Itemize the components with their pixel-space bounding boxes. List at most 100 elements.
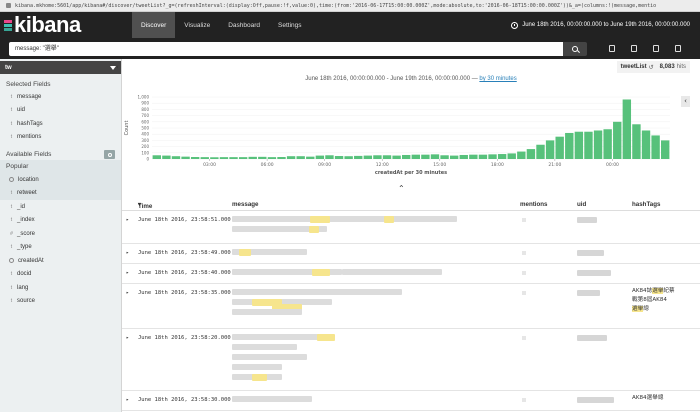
tab-visualize[interactable]: Visualize	[175, 12, 219, 38]
chevron-up-icon[interactable]: ⌃	[398, 184, 405, 193]
expand-row-icon[interactable]: ▸	[126, 217, 129, 223]
redacted-uid	[577, 335, 607, 341]
save-search-button[interactable]	[623, 42, 645, 56]
tab-discover[interactable]: Discover	[132, 12, 176, 38]
hashtag-text: 蔡	[669, 288, 675, 294]
expand-row-icon[interactable]: ▸	[126, 250, 129, 256]
histogram-bar	[200, 157, 209, 159]
tab-dashboard[interactable]: Dashboard	[219, 12, 269, 38]
histogram-bar	[210, 157, 219, 159]
index-pattern-select[interactable]: tw	[0, 61, 121, 74]
histogram-bar	[373, 155, 382, 159]
histogram-bar	[632, 124, 641, 159]
histogram-bar	[517, 151, 526, 159]
redacted-uid	[577, 217, 597, 223]
query-bar: message: "選舉"	[0, 38, 700, 59]
histogram-bar	[402, 154, 411, 159]
histogram-bar	[258, 156, 267, 159]
field-item-lang[interactable]: t lang	[0, 281, 121, 295]
histogram-bar	[459, 154, 468, 159]
field-item-hashTags[interactable]: t hashTags	[0, 117, 121, 131]
column-message[interactable]: message	[232, 201, 259, 208]
histogram-bar	[593, 130, 603, 159]
column-mentions[interactable]: mentions	[520, 201, 548, 208]
hits-count: 8,083	[659, 64, 675, 70]
histogram-bar	[507, 153, 516, 159]
field-name: docid	[17, 271, 32, 278]
table-row[interactable]: ▸ June 18th 2016, 23:58:51.000	[122, 211, 700, 244]
browser-url[interactable]: kibana.mkhome:5601/app/kibana#/discover/…	[15, 3, 695, 9]
field-item-type[interactable]: t _type	[0, 241, 121, 255]
reset-search-icon[interactable]: ↺	[649, 64, 654, 71]
field-name: createdAt	[18, 257, 44, 264]
hashtag-text: AK84選舉	[632, 395, 658, 401]
table-row[interactable]: ▸ June 18th 2016, 23:58:35.000 AK84誌選舉紀蔡 戰第…	[122, 284, 700, 329]
search-button[interactable]	[563, 41, 587, 56]
histogram-bar	[162, 155, 171, 159]
field-item-id[interactable]: t _id	[0, 200, 121, 214]
column-hashtags[interactable]: hashTags	[632, 201, 660, 208]
table-row[interactable]: ▸ June 18th 2016, 23:58:20.000	[122, 329, 700, 391]
table-row[interactable]: ▸ June 18th 2016, 23:58:49.000	[122, 244, 700, 264]
expand-row-icon[interactable]: ▸	[126, 397, 129, 403]
field-settings-button[interactable]	[104, 150, 115, 159]
browser-address-bar[interactable]: kibana.mkhome:5601/app/kibana#/discover/…	[0, 0, 700, 12]
redacted-message-text	[342, 269, 442, 275]
highlighted-term	[317, 334, 335, 341]
table-row[interactable]: ▸ June 18th 2016, 23:58:40.000	[122, 264, 700, 284]
y-tick-label: 100	[141, 150, 149, 155]
field-item-createdAt[interactable]: createdAt	[0, 254, 121, 268]
interval-link[interactable]: by 30 minutes	[479, 76, 516, 82]
hits-label: hits	[676, 64, 686, 70]
field-item-retweet[interactable]: t retweet	[0, 186, 121, 200]
field-name: _type	[17, 244, 32, 251]
popular-fields-label: Popular	[0, 160, 121, 173]
search-input[interactable]: message: "選舉"	[9, 41, 563, 56]
field-sidebar: tw Selected Fields t message t uid t hashTags…	[0, 59, 122, 412]
clock-icon	[511, 21, 519, 29]
expand-row-icon[interactable]: ▸	[126, 270, 129, 276]
open-search-button[interactable]	[645, 42, 667, 56]
kibana-logo-icon	[4, 19, 12, 31]
mentions-cell	[522, 251, 526, 255]
expand-row-icon[interactable]: ▸	[126, 335, 129, 341]
table-row[interactable]: ▸ June 18th 2016, 23:58:30.000 AK84選舉總	[122, 391, 700, 411]
new-search-button[interactable]	[601, 42, 623, 56]
row-time: June 18th 2016, 23:58:51.000	[138, 217, 231, 223]
redacted-message-text	[232, 354, 307, 360]
field-item-location[interactable]: location	[0, 173, 121, 187]
field-name: _score	[17, 230, 36, 237]
y-tick-label: 0	[146, 157, 149, 162]
site-info-icon[interactable]	[6, 3, 11, 8]
available-fields-heading: Available Fields	[0, 144, 121, 160]
clock-icon	[9, 258, 14, 264]
field-item-score[interactable]: # _score	[0, 227, 121, 241]
column-time[interactable]: Time ▾	[138, 201, 152, 210]
hashtag-text: AK84誌	[632, 288, 653, 294]
histogram-chart[interactable]: 0 100200300400500 6007008009001,000 03:00 06…	[122, 89, 682, 184]
time-picker[interactable]: June 18th 2016, 00:00:00.000 to June 19t…	[511, 12, 700, 38]
field-item-uid[interactable]: t uid	[0, 104, 121, 118]
share-search-button[interactable]	[667, 42, 689, 56]
logo-bar	[4, 23, 12, 27]
collapse-chart-legend-icon[interactable]: ‹	[681, 96, 690, 107]
field-item-source[interactable]: t source	[0, 295, 121, 309]
field-item-index[interactable]: t _index	[0, 214, 121, 228]
expand-row-icon[interactable]: ▸	[126, 290, 129, 296]
globe-icon	[9, 177, 14, 183]
column-uid[interactable]: uid	[577, 201, 586, 208]
kibana-logo[interactable]: kibana	[0, 12, 132, 38]
tab-settings[interactable]: Settings	[269, 12, 311, 38]
x-tick-label: 12:00	[376, 162, 389, 168]
field-type-icon: t	[10, 298, 13, 305]
histogram-bar	[478, 154, 488, 159]
field-item-message[interactable]: t message	[0, 90, 121, 104]
field-item-docid[interactable]: t docid	[0, 268, 121, 282]
field-item-mentions[interactable]: t mentions	[0, 131, 121, 145]
histogram-bar	[181, 156, 190, 159]
histogram-bar	[603, 129, 612, 159]
x-tick-label: 21:00	[548, 162, 561, 168]
field-type-icon: t	[10, 203, 13, 210]
field-type-icon: #	[10, 230, 13, 237]
hashtags-cell: AK84誌選舉紀蔡 戰第8屆AK84 選舉總	[632, 287, 675, 314]
